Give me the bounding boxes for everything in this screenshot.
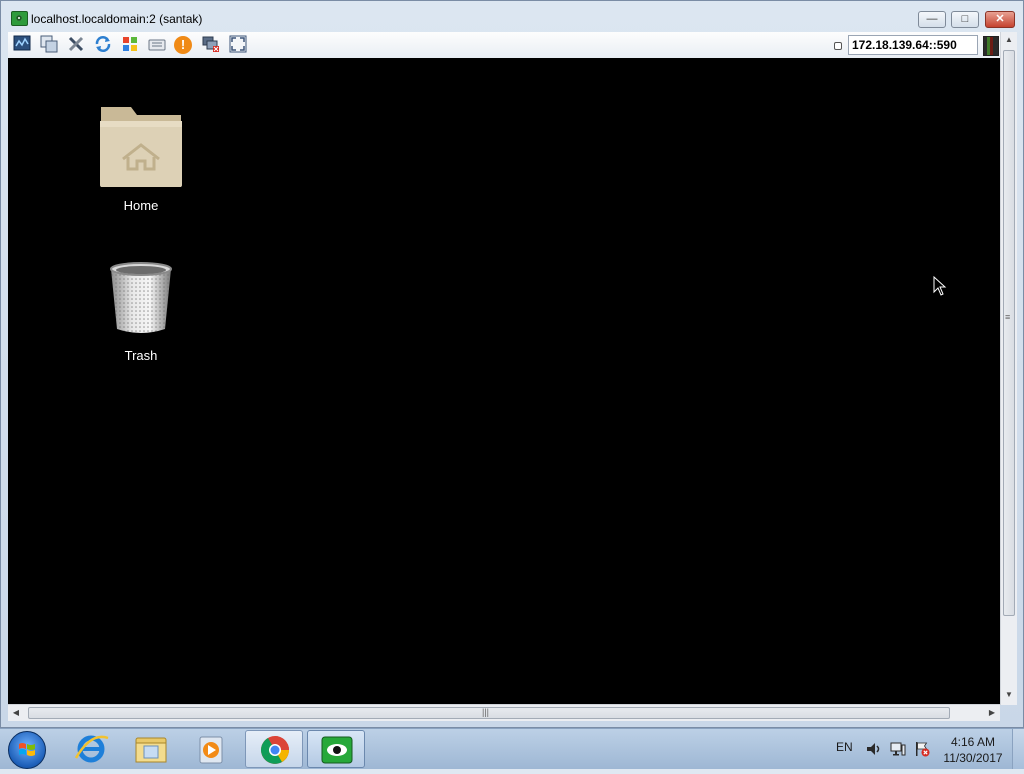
- maximize-button[interactable]: □: [951, 11, 979, 28]
- fullscreen-icon[interactable]: [228, 35, 248, 55]
- connection-info-icon[interactable]: [12, 35, 32, 55]
- taskbar: EN 4:16 AM 11/30/2017: [0, 728, 1024, 769]
- language-indicator[interactable]: EN: [836, 740, 853, 754]
- alert-icon[interactable]: !: [174, 36, 192, 54]
- connection-status-icon: [834, 42, 842, 50]
- title-bar[interactable]: localhost.localdomain:2 (santak) — □ ✕: [1, 1, 1023, 31]
- vertical-scroll-thumb[interactable]: [1003, 50, 1015, 616]
- toolbar: ! 172.18.139.64::590: [8, 32, 1016, 59]
- vnc-viewer-window: localhost.localdomain:2 (santak) — □ ✕ !: [0, 0, 1024, 728]
- keyboard-icon[interactable]: [147, 35, 167, 55]
- horizontal-scrollbar[interactable]: ◀ ||| ▶: [8, 704, 1000, 721]
- vnc-viewer-icon[interactable]: [307, 730, 365, 768]
- desktop-icon-trash[interactable]: Trash: [96, 261, 186, 363]
- scroll-left-icon[interactable]: ◀: [8, 705, 24, 721]
- internet-explorer-icon[interactable]: [62, 730, 120, 768]
- disconnect-icon[interactable]: [201, 35, 221, 55]
- home-folder-icon: [100, 107, 182, 187]
- address-field[interactable]: 172.18.139.64::590: [848, 35, 978, 55]
- media-player-icon[interactable]: [182, 730, 240, 768]
- remote-desktop[interactable]: Home Trash: [8, 58, 1000, 704]
- file-explorer-icon[interactable]: [122, 730, 180, 768]
- desktop-icon-home[interactable]: Home: [96, 103, 186, 213]
- action-center-flag-icon[interactable]: [914, 741, 930, 762]
- show-desktop-button[interactable]: [1012, 729, 1024, 769]
- scroll-down-icon[interactable]: ▼: [1001, 687, 1017, 703]
- refresh-icon[interactable]: [93, 35, 113, 55]
- copy-icon[interactable]: [39, 35, 59, 55]
- volume-icon[interactable]: [866, 741, 882, 762]
- windows-key-icon[interactable]: [120, 35, 140, 55]
- options-icon[interactable]: [66, 35, 86, 55]
- network-icon[interactable]: [890, 741, 906, 762]
- desktop-icon-label: Home: [123, 198, 159, 213]
- clock-date: 11/30/2017: [943, 751, 1003, 765]
- scroll-up-icon[interactable]: ▲: [1001, 32, 1017, 48]
- close-button[interactable]: ✕: [985, 11, 1015, 28]
- signal-indicator-icon: [983, 36, 999, 56]
- windows-logo-icon: [19, 743, 35, 756]
- window-title: localhost.localdomain:2 (santak): [31, 12, 203, 26]
- mouse-cursor-icon: [933, 275, 947, 301]
- start-button[interactable]: [8, 731, 46, 769]
- trash-icon: [110, 262, 172, 333]
- grip-icon: |||: [482, 707, 490, 717]
- desktop-icon-label: Trash: [124, 348, 158, 363]
- grip-icon: ≡: [1005, 312, 1011, 322]
- vnc-app-icon: [11, 11, 28, 26]
- scroll-right-icon[interactable]: ▶: [984, 705, 1000, 721]
- clock-time: 4:16 AM: [950, 735, 996, 749]
- minimize-button[interactable]: —: [918, 11, 946, 28]
- vertical-scrollbar[interactable]: ▲ ≡ ▼: [1000, 32, 1017, 705]
- system-clock[interactable]: 4:16 AM 11/30/2017: [937, 734, 1009, 766]
- chrome-icon[interactable]: [245, 730, 303, 768]
